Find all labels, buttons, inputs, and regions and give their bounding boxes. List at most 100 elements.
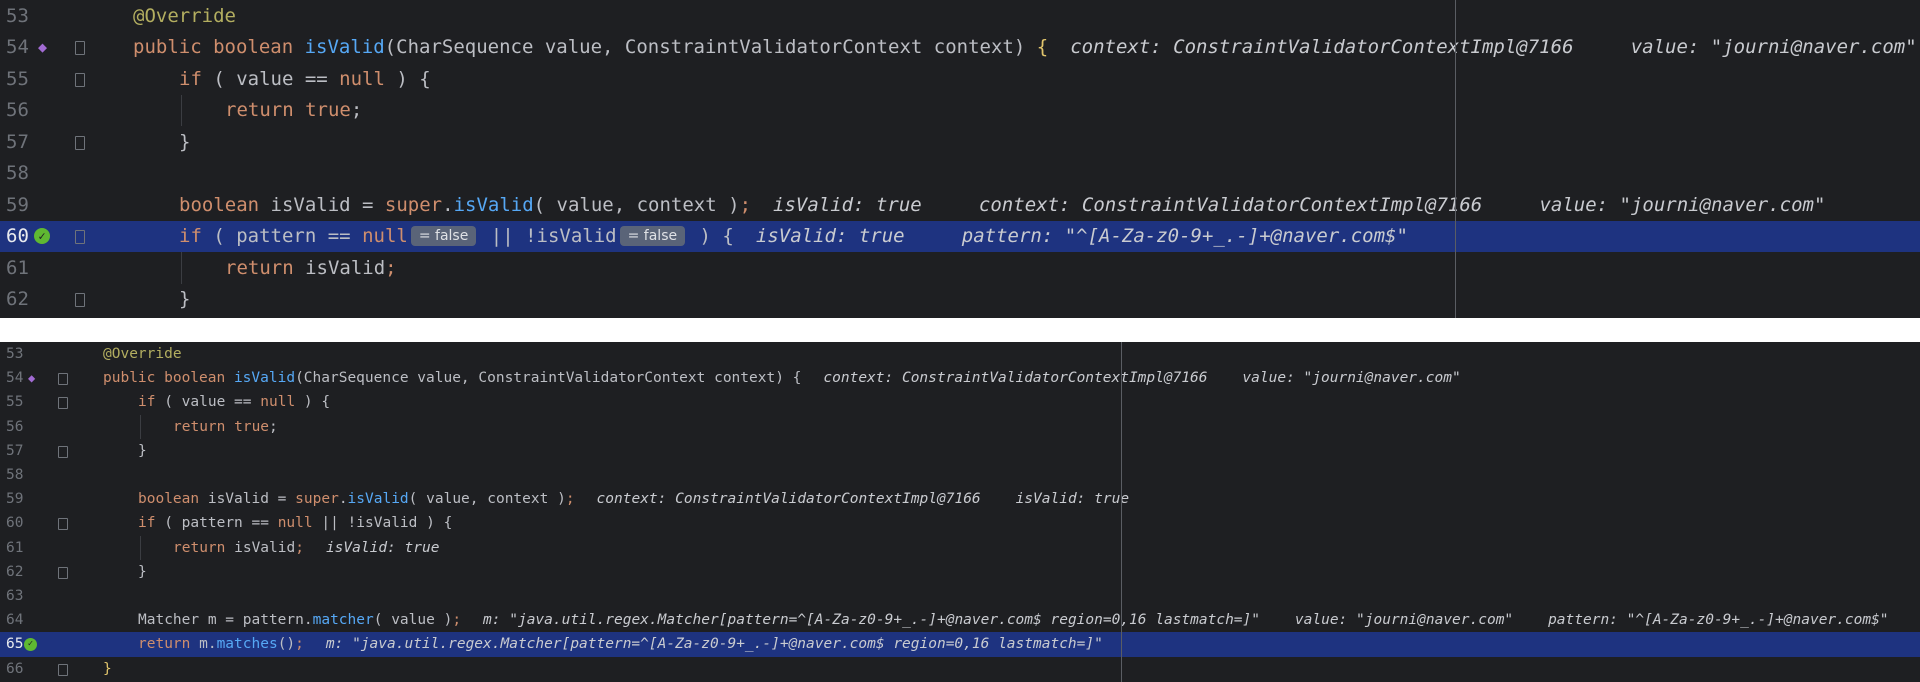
code-text[interactable]: return true; xyxy=(173,419,278,435)
line-number[interactable]: 62 xyxy=(6,288,29,310)
code-text[interactable]: } xyxy=(138,564,147,580)
line-number[interactable]: 60 xyxy=(6,225,29,247)
line-number[interactable]: 65 xyxy=(6,636,23,652)
inline-debug-value: isValid: true pattern: "^[A-Za-z0-9+_.-]… xyxy=(755,225,1408,248)
line-number[interactable]: 59 xyxy=(6,491,23,507)
code-line[interactable]: 55 if ( value == null ) { xyxy=(0,390,1920,414)
fold-marker-icon[interactable] xyxy=(58,373,68,386)
line-number[interactable]: 66 xyxy=(6,661,23,677)
code-token: ; xyxy=(295,539,304,556)
fold-marker-icon[interactable] xyxy=(58,397,68,410)
code-line[interactable]: 57} xyxy=(0,126,1920,158)
line-number[interactable]: 54 xyxy=(6,36,29,58)
code-line[interactable]: 58 xyxy=(0,463,1920,487)
code-line[interactable]: 59 boolean isValid = super. isValid( value… xyxy=(0,189,1920,221)
code-line[interactable]: 65 ✓ return m. matches(); m: "java.util.rege… xyxy=(0,632,1920,657)
fold-marker-icon[interactable] xyxy=(75,41,85,56)
code-text[interactable]: @Override xyxy=(133,5,236,27)
code-line[interactable]: 60 if ( pattern == null || !isValid ) { xyxy=(0,511,1920,535)
line-number[interactable]: 57 xyxy=(6,131,29,153)
line-number[interactable]: 64 xyxy=(6,612,23,628)
line-number[interactable]: 59 xyxy=(6,194,29,216)
line-number[interactable]: 55 xyxy=(6,394,23,410)
line-number[interactable]: 58 xyxy=(6,467,23,483)
code-text[interactable]: boolean isValid = super. isValid( value, … xyxy=(179,194,1825,216)
code-line[interactable]: 58 xyxy=(0,158,1920,190)
line-number[interactable]: 60 xyxy=(6,515,23,531)
code-line[interactable]: 66} xyxy=(0,657,1920,681)
code-line[interactable]: 53 @Override xyxy=(0,0,1920,32)
line-number[interactable]: 61 xyxy=(6,257,29,279)
code-line[interactable]: 59 boolean isValid = super. isValid( value… xyxy=(0,487,1920,511)
line-number[interactable]: 56 xyxy=(6,99,29,121)
code-token: if xyxy=(179,67,214,90)
code-token: ) { xyxy=(396,67,431,90)
indent-guide xyxy=(181,252,182,284)
line-number[interactable]: 53 xyxy=(6,5,29,27)
code-line[interactable]: 63 xyxy=(0,584,1920,608)
inline-value-badge[interactable]: = false xyxy=(619,226,686,247)
line-number[interactable]: 54 xyxy=(6,370,23,386)
line-number[interactable]: 53 xyxy=(6,346,23,362)
code-line[interactable]: 56 return true; xyxy=(0,415,1920,439)
line-number[interactable]: 61 xyxy=(6,540,23,556)
line-number[interactable]: 62 xyxy=(6,564,23,580)
code-text[interactable]: return isValid; isValid: true xyxy=(173,540,439,556)
fold-marker-icon[interactable] xyxy=(75,135,85,150)
code-token: } xyxy=(138,563,147,580)
code-text[interactable]: return m. matches(); m: "java.util.regex.M… xyxy=(138,636,1103,652)
code-line[interactable]: 64 Matcher m = pattern. matcher( value ); m… xyxy=(0,608,1920,632)
code-text[interactable]: if ( pattern == null || !isValid ) { xyxy=(138,515,452,531)
code-text[interactable]: Matcher m = pattern. matcher( value ); m: … xyxy=(138,612,1889,628)
code-token: isValid xyxy=(453,193,534,216)
code-line[interactable]: 62} xyxy=(0,284,1920,316)
fold-marker-icon[interactable] xyxy=(58,518,68,531)
code-token: return xyxy=(173,539,235,556)
code-token: ( xyxy=(213,225,237,248)
code-line[interactable]: 61 return isValid; isValid: true xyxy=(0,536,1920,560)
code-text[interactable]: } xyxy=(179,131,190,153)
inline-value-badge[interactable]: = false xyxy=(410,226,477,247)
code-text[interactable]: public boolean isValid(CharSequence valu… xyxy=(103,370,1461,386)
code-line[interactable]: 54 ◆ public boolean isValid(CharSequence v… xyxy=(0,32,1920,64)
fold-marker-icon[interactable] xyxy=(58,566,68,579)
code-text[interactable]: return isValid; xyxy=(225,257,397,279)
code-text[interactable]: if ( pattern == null = false || !isValid =… xyxy=(179,225,1408,247)
fold-marker-icon[interactable] xyxy=(75,293,85,308)
editor-panel-bottom[interactable]: 53 @Override 54 ◆ public boolean isValid(Cha… xyxy=(0,342,1920,682)
code-text[interactable]: public boolean isValid(CharSequence valu… xyxy=(133,36,1917,58)
code-line[interactable]: 55 if ( value == null ) { xyxy=(0,63,1920,95)
code-line[interactable]: 54 ◆ public boolean isValid(CharSequence v… xyxy=(0,366,1920,390)
code-line[interactable]: 57} xyxy=(0,439,1920,463)
line-number[interactable]: 56 xyxy=(6,419,23,435)
code-text[interactable]: } xyxy=(138,443,147,459)
code-line[interactable]: 53 @Override xyxy=(0,342,1920,366)
code-line[interactable]: 62} xyxy=(0,560,1920,584)
execution-point-icon[interactable]: ✓ xyxy=(24,637,37,651)
line-number[interactable]: 63 xyxy=(6,588,23,604)
fold-marker-icon[interactable] xyxy=(58,445,68,458)
fold-marker-icon[interactable] xyxy=(75,230,85,245)
code-text[interactable]: if ( value == null ) { xyxy=(138,394,330,410)
code-text[interactable]: } xyxy=(103,661,112,677)
inline-debug-value: isValid: true xyxy=(325,539,440,556)
method-breakpoint-icon[interactable]: ◆ xyxy=(38,38,47,56)
code-text[interactable]: return true; xyxy=(225,99,362,121)
execution-point-icon[interactable]: ✓ xyxy=(34,228,50,245)
code-text[interactable]: } xyxy=(179,288,190,310)
code-line[interactable]: 56 return true; xyxy=(0,95,1920,127)
editor-panel-top[interactable]: 53 @Override 54 ◆ public boolean isValid(Cha… xyxy=(0,0,1920,318)
code-text[interactable]: if ( value == null ) { xyxy=(179,68,431,90)
line-number[interactable]: 55 xyxy=(6,68,29,90)
fold-marker-icon[interactable] xyxy=(58,663,68,676)
code-token: Matcher m = pattern. xyxy=(138,612,313,629)
method-breakpoint-icon[interactable]: ◆ xyxy=(28,371,35,385)
line-number[interactable]: 58 xyxy=(6,162,29,184)
line-number[interactable]: 57 xyxy=(6,443,23,459)
fold-marker-icon[interactable] xyxy=(75,72,85,87)
inline-debug-value: isValid: true context: ConstraintValidat… xyxy=(773,193,1826,216)
code-line[interactable]: 60 ✓ if ( pattern == null = false || !isVal… xyxy=(0,220,1920,252)
code-line[interactable]: 61 return isValid; xyxy=(0,252,1920,284)
code-text[interactable]: boolean isValid = super. isValid( value, … xyxy=(138,491,1129,507)
code-text[interactable]: @Override xyxy=(103,346,182,362)
